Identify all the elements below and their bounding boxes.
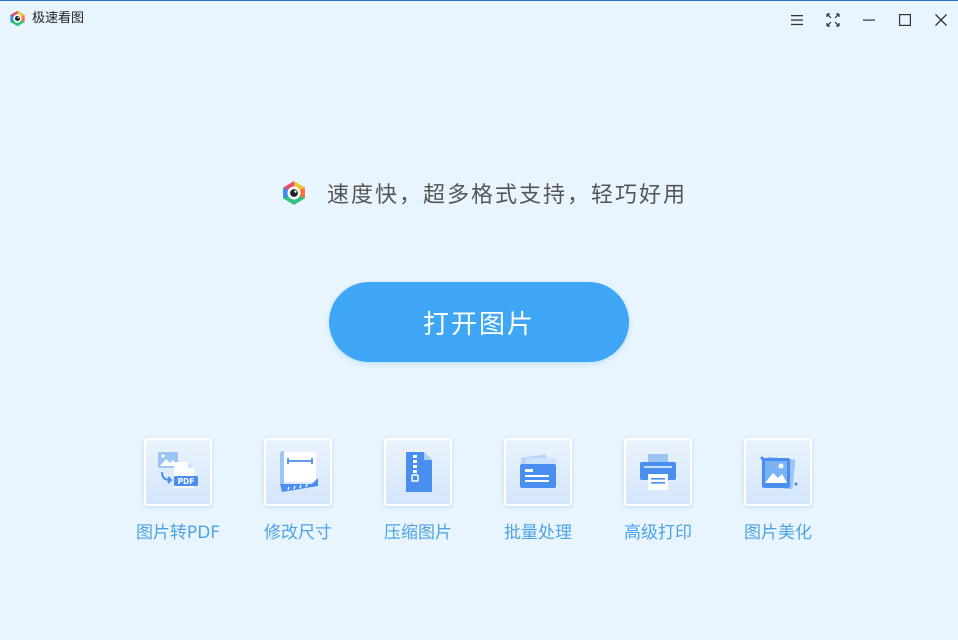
app-title: 极速看图 bbox=[32, 11, 85, 26]
tools-row: PDF 图片转PDF 修改尺寸 压缩图片 批量处理 高级打印 图片美化 bbox=[118, 438, 838, 548]
menu-button[interactable] bbox=[784, 7, 810, 33]
resize-ruler-icon bbox=[280, 451, 318, 492]
close-button[interactable] bbox=[928, 7, 954, 33]
tool-resize[interactable]: 修改尺寸 bbox=[238, 438, 358, 548]
app-logo-icon bbox=[283, 181, 305, 205]
minimize-button[interactable] bbox=[856, 7, 882, 33]
tool-label: 图片美化 bbox=[744, 523, 812, 543]
tool-compress[interactable]: 压缩图片 bbox=[358, 438, 478, 548]
tool-advanced-print[interactable]: 高级打印 bbox=[598, 438, 718, 548]
svg-text:PDF: PDF bbox=[178, 477, 195, 486]
tool-image-to-pdf[interactable]: PDF 图片转PDF bbox=[118, 438, 238, 548]
tool-label: 高级打印 bbox=[624, 523, 692, 543]
tool-label: 批量处理 bbox=[504, 523, 572, 543]
title-bar: 极速看图 bbox=[0, 1, 958, 37]
fullscreen-button[interactable] bbox=[820, 7, 846, 33]
tool-batch[interactable]: 批量处理 bbox=[478, 438, 598, 548]
app-logo-icon bbox=[10, 10, 25, 27]
tool-label: 图片转PDF bbox=[135, 523, 221, 543]
image-to-pdf-icon: PDF bbox=[158, 452, 198, 488]
close-icon bbox=[935, 14, 947, 26]
menu-icon bbox=[791, 15, 803, 26]
tool-label: 压缩图片 bbox=[384, 523, 452, 543]
tool-beautify[interactable]: 图片美化 bbox=[718, 438, 838, 548]
beautify-image-icon bbox=[760, 456, 798, 490]
open-image-button[interactable]: 打开图片 bbox=[329, 282, 629, 362]
tool-label: 修改尺寸 bbox=[264, 523, 332, 543]
fullscreen-icon bbox=[826, 13, 840, 27]
batch-images-icon bbox=[520, 454, 556, 488]
maximize-icon bbox=[899, 14, 912, 27]
zip-file-icon bbox=[406, 452, 432, 492]
printer-icon bbox=[640, 454, 676, 490]
maximize-button[interactable] bbox=[892, 7, 918, 33]
slogan: 速度快，超多格式支持，轻巧好用 bbox=[281, 177, 687, 209]
slogan-text: 速度快，超多格式支持，轻巧好用 bbox=[327, 183, 688, 208]
minimize-icon bbox=[863, 19, 875, 21]
